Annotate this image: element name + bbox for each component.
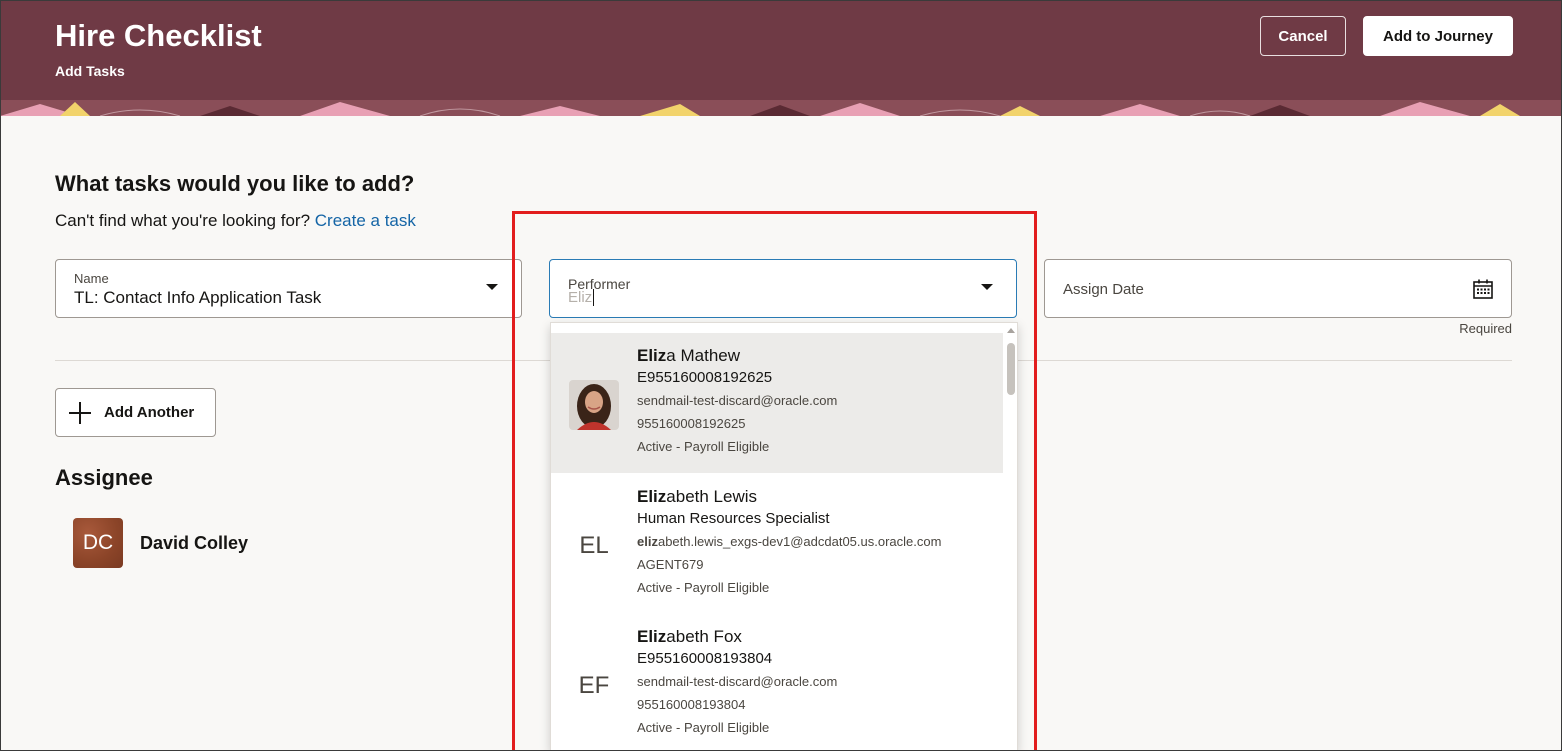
option-name-rest: abeth Lewis [666, 487, 758, 506]
header-decorative-pattern [0, 100, 1562, 116]
assign-date-field[interactable]: Assign Date [1044, 259, 1512, 318]
add-another-label: Add Another [104, 404, 195, 421]
avatar: EL [579, 532, 609, 559]
required-hint: Required [1459, 321, 1512, 336]
assignee-name: David Colley [140, 533, 249, 553]
option-status: Active - Payroll Eligible [637, 720, 770, 735]
section-question: What tasks would you like to add? [55, 171, 415, 196]
option-status: Active - Payroll Eligible [637, 580, 770, 595]
option-name-match: Eliz [637, 346, 667, 365]
option-number: 955160008192625 [637, 416, 746, 431]
option-email: sendmail-test-discard@oracle.com [637, 674, 838, 689]
option-email: sendmail-test-discard@oracle.com [637, 393, 838, 408]
option-name-rest: abeth Fox [666, 627, 742, 646]
cancel-button[interactable]: Cancel [1260, 16, 1346, 56]
avatar: DC [73, 518, 123, 568]
option-person-number: E955160008193804 [637, 650, 773, 667]
chevron-down-icon[interactable] [486, 284, 498, 290]
option-job-title: Human Resources Specialist [637, 510, 830, 527]
performer-search-input[interactable]: Eliz [568, 289, 595, 306]
assignee-heading: Assignee [55, 465, 153, 490]
scrollbar-thumb[interactable] [1007, 343, 1015, 395]
task-name-value: TL: Contact Info Application Task [74, 288, 322, 307]
option-details: Elizabeth Lewis Human Resources Speciali… [637, 486, 941, 599]
calendar-icon[interactable] [1472, 278, 1494, 300]
page-title: Hire Checklist [55, 18, 262, 53]
person-photo-icon [569, 380, 619, 430]
assign-date-placeholder: Assign Date [1063, 281, 1144, 298]
option-email: elizabeth.lewis_exgs-dev1@adcdat05.us.or… [637, 530, 941, 553]
page-subtitle: Add Tasks [55, 63, 125, 79]
option-number: AGENT679 [637, 557, 704, 572]
option-name-rest: a Mathew [666, 346, 740, 365]
add-another-button[interactable]: Add Another [55, 388, 216, 437]
helper-text-label: Can't find what you're looking for? [55, 211, 311, 230]
list-item[interactable]: EF Elizabeth Fox E955160008193804 sendma… [551, 614, 1003, 751]
helper-text: Can't find what you're looking for? Crea… [55, 211, 416, 231]
avatar [569, 380, 619, 430]
option-email-match: eliz [637, 534, 658, 549]
option-person-number: E955160008192625 [637, 369, 773, 386]
option-email-rest: abeth.lewis_exgs-dev1@adcdat05.us.oracle… [657, 534, 942, 549]
option-details: Elizabeth Fox E955160008193804 sendmail-… [637, 626, 837, 739]
list-item[interactable]: Eliza Mathew E955160008192625 sendmail-t… [551, 333, 1003, 473]
chevron-down-icon[interactable] [981, 284, 993, 290]
option-name: Elizabeth Lewis [637, 486, 941, 508]
option-name-match: Eliz [637, 627, 667, 646]
dropdown-scrollbar[interactable] [1004, 323, 1017, 751]
task-name-select[interactable]: Name TL: Contact Info Application Task [55, 259, 522, 318]
plus-icon [68, 401, 92, 425]
create-task-link[interactable]: Create a task [315, 211, 416, 230]
option-number: 955160008193804 [637, 697, 746, 712]
list-item[interactable]: EL Elizabeth Lewis Human Resources Speci… [551, 474, 1003, 614]
option-name-match: Eliz [637, 487, 667, 506]
performer-combobox[interactable]: Performer Eliz [549, 259, 1017, 318]
option-name: Eliza Mathew [637, 345, 837, 367]
option-details: Eliza Mathew E955160008192625 sendmail-t… [637, 345, 837, 458]
task-name-label: Name [74, 271, 109, 286]
option-name: Elizabeth Fox [637, 626, 837, 648]
scroll-up-arrow-icon[interactable] [1007, 328, 1015, 333]
add-to-journey-button[interactable]: Add to Journey [1363, 16, 1513, 56]
avatar: EF [578, 672, 610, 699]
page-header: Hire Checklist Add Tasks Cancel Add to J… [0, 0, 1562, 116]
performer-dropdown-list: Eliza Mathew E955160008192625 sendmail-t… [550, 322, 1018, 751]
option-status: Active - Payroll Eligible [637, 439, 770, 454]
